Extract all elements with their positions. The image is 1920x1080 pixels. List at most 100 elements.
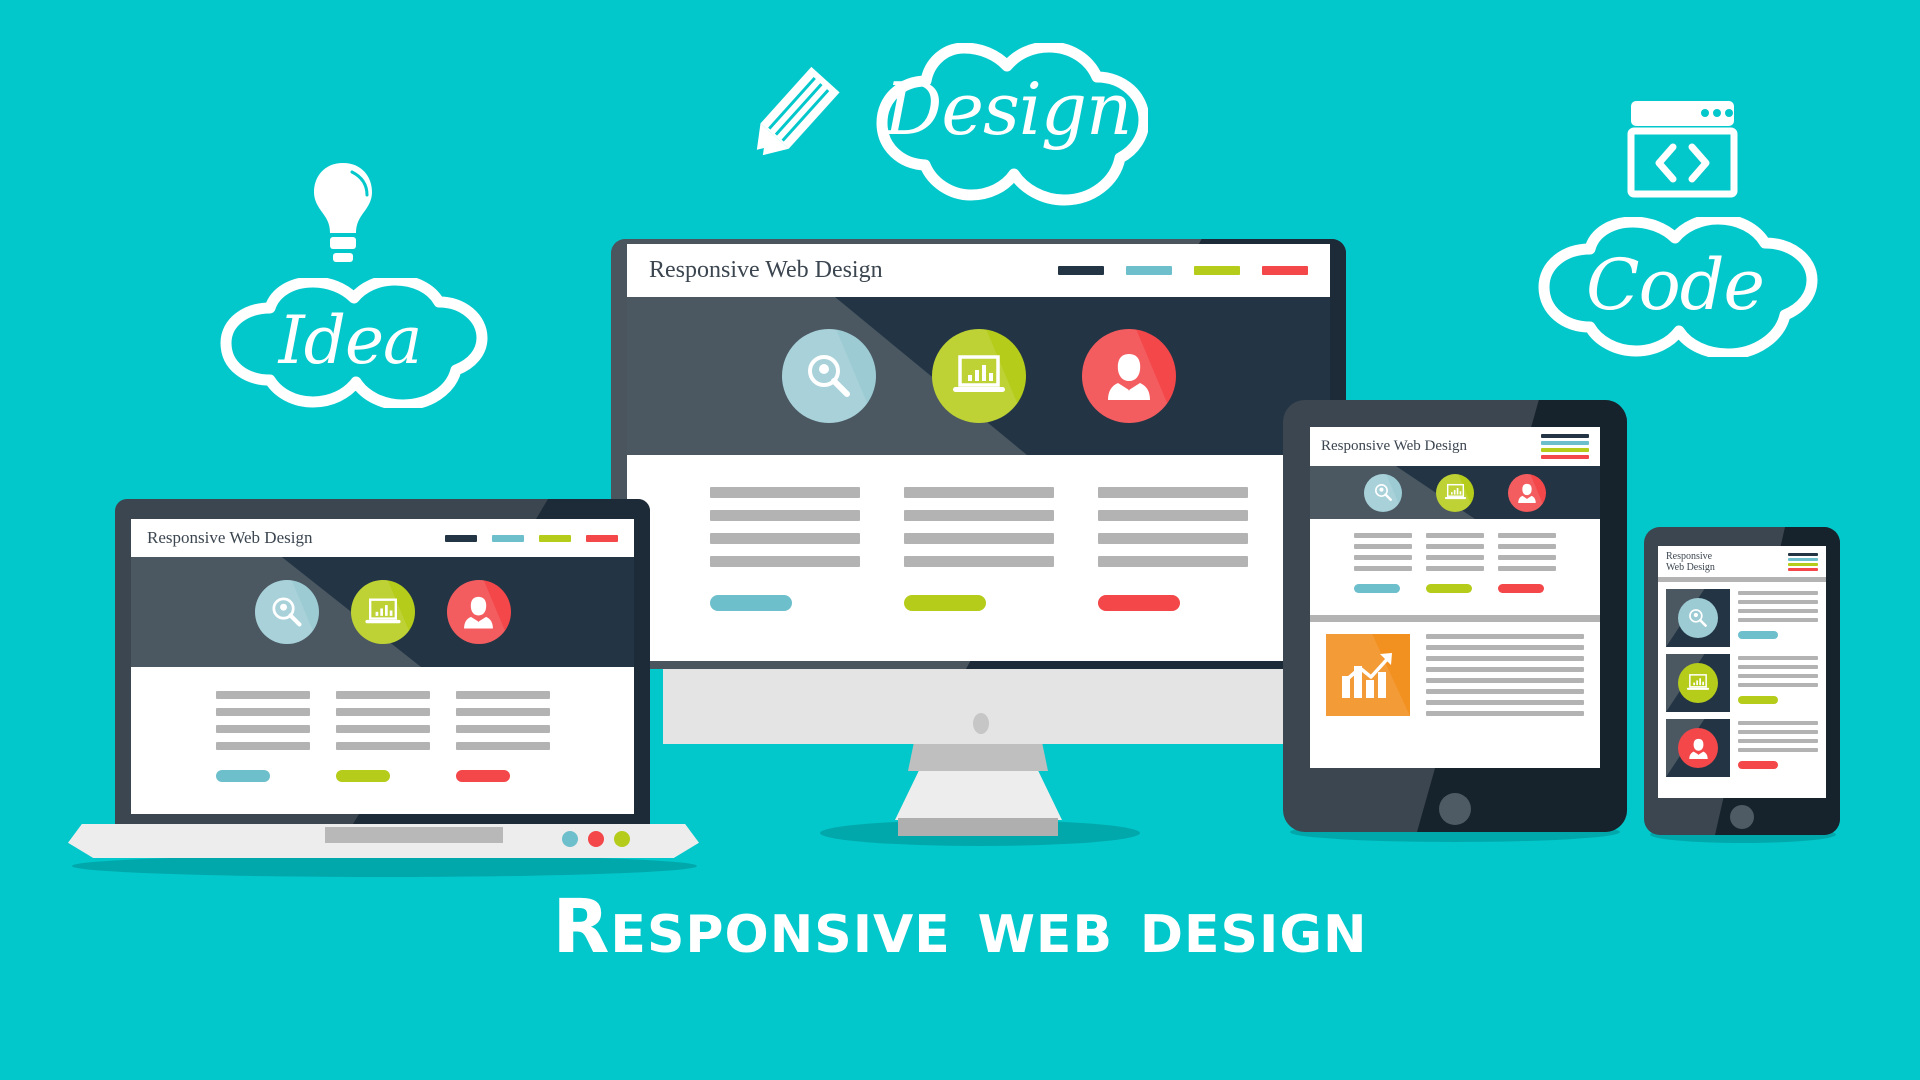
cta-button[interactable] xyxy=(335,770,390,782)
cta-button[interactable] xyxy=(709,595,792,611)
nav-link-4[interactable] xyxy=(1541,455,1589,459)
laptop-trackpad[interactable] xyxy=(325,827,503,843)
text-line xyxy=(1498,555,1556,560)
design-cloud-label: Design xyxy=(884,67,1133,151)
bar-chart-growth-icon xyxy=(1342,653,1392,698)
monitor-hero-section xyxy=(627,297,1330,455)
cta-button[interactable] xyxy=(1738,761,1778,769)
nav-link-3[interactable] xyxy=(539,534,571,542)
circle-gloss xyxy=(1364,473,1402,512)
phone-site-header: Responsive Web Design xyxy=(1658,546,1826,577)
tablet-nav-menu-icon[interactable] xyxy=(1541,434,1589,459)
text-line xyxy=(1498,566,1556,571)
feature-circle-search[interactable] xyxy=(781,329,876,423)
text-line xyxy=(1426,678,1584,683)
content-column xyxy=(1498,533,1556,615)
nav-link-2[interactable] xyxy=(1788,557,1818,561)
text-line xyxy=(1097,533,1248,544)
text-line xyxy=(455,742,550,750)
feature-circle-user[interactable] xyxy=(446,580,511,644)
feature-circle-user[interactable] xyxy=(1678,728,1718,768)
text-line xyxy=(1738,656,1818,660)
laptop-indicator-dots xyxy=(562,831,644,847)
text-line xyxy=(709,510,860,521)
monitor-nav-bars xyxy=(1058,266,1308,275)
monitor-indicator-dot xyxy=(973,713,989,734)
tablet-article-section xyxy=(1310,622,1600,768)
lightbulb-icon xyxy=(314,163,372,262)
article-text xyxy=(1426,634,1584,768)
phone-home-button[interactable] xyxy=(1730,805,1754,829)
monitor-stand-band xyxy=(908,744,1048,771)
laptop-site-header: Responsive Web Design xyxy=(131,519,634,557)
cta-button[interactable] xyxy=(1097,595,1180,611)
text-line xyxy=(455,725,550,733)
nav-link-4[interactable] xyxy=(586,534,618,542)
nav-link-1[interactable] xyxy=(1541,434,1589,438)
content-column xyxy=(335,691,430,814)
nav-link-1[interactable] xyxy=(1058,266,1104,275)
nav-link-1[interactable] xyxy=(445,534,477,542)
content-column xyxy=(1426,533,1484,615)
tablet-home-button[interactable] xyxy=(1439,793,1471,825)
feature-circle-chart[interactable] xyxy=(931,329,1026,423)
text-line xyxy=(903,487,1054,498)
nav-link-3[interactable] xyxy=(1194,266,1240,275)
text-line xyxy=(1354,555,1412,560)
code-doodle-group: Code xyxy=(1525,95,1845,357)
feature-circle-chart[interactable] xyxy=(1436,473,1474,512)
content-column xyxy=(1097,487,1248,661)
feature-circle-search[interactable] xyxy=(254,580,319,644)
cta-button[interactable] xyxy=(1426,584,1472,593)
text-line xyxy=(1738,609,1818,613)
nav-link-1[interactable] xyxy=(1788,552,1818,556)
content-column xyxy=(215,691,310,814)
text-line xyxy=(1354,533,1412,538)
cta-button[interactable] xyxy=(1354,584,1400,593)
nav-link-3[interactable] xyxy=(1541,448,1589,452)
feature-tile[interactable] xyxy=(1666,719,1730,777)
feature-circle-search[interactable] xyxy=(1678,598,1718,638)
text-line xyxy=(903,556,1054,567)
nav-link-4[interactable] xyxy=(1262,266,1308,275)
text-line xyxy=(1426,711,1584,716)
feature-circle-chart[interactable] xyxy=(1678,663,1718,703)
feature-circle-chart[interactable] xyxy=(350,580,415,644)
phone-nav-menu-icon[interactable] xyxy=(1788,552,1818,571)
text-line xyxy=(455,691,550,699)
text-line xyxy=(1426,645,1584,650)
cta-button[interactable] xyxy=(1738,696,1778,704)
text-line xyxy=(455,708,550,716)
circle-gloss xyxy=(931,329,1026,423)
cta-button[interactable] xyxy=(455,770,510,782)
text-line xyxy=(1354,566,1412,571)
feature-circle-search[interactable] xyxy=(1364,473,1402,512)
laptop-floor-shadow xyxy=(72,855,697,877)
nav-link-2[interactable] xyxy=(1541,441,1589,445)
cta-button[interactable] xyxy=(215,770,270,782)
circle-gloss xyxy=(781,329,876,423)
text-line xyxy=(1426,656,1584,661)
desktop-monitor-screen: Responsive Web Design xyxy=(627,244,1330,661)
nav-link-2[interactable] xyxy=(1126,266,1172,275)
nav-link-4[interactable] xyxy=(1788,567,1818,571)
phone-feature-row xyxy=(1666,589,1818,647)
chart-laptop-icon xyxy=(1686,674,1710,690)
circle-gloss xyxy=(1081,329,1176,423)
text-line xyxy=(335,725,430,733)
cta-button[interactable] xyxy=(1498,584,1544,593)
nav-link-3[interactable] xyxy=(1788,562,1818,566)
nav-link-2[interactable] xyxy=(492,534,524,542)
feature-tile[interactable] xyxy=(1666,589,1730,647)
feature-tile[interactable] xyxy=(1666,654,1730,712)
idea-doodle-group: Idea xyxy=(190,160,510,450)
phone-feature-row xyxy=(1666,719,1818,777)
illustration-canvas: Idea Design Code Responsive Web Design R… xyxy=(0,0,1920,1080)
feature-circle-user[interactable] xyxy=(1508,473,1546,512)
text-line xyxy=(1097,510,1248,521)
feature-circle-user[interactable] xyxy=(1081,329,1176,423)
text-line xyxy=(1738,721,1818,725)
laptop-site-title: Responsive Web Design xyxy=(147,528,313,547)
cta-button[interactable] xyxy=(903,595,986,611)
cta-button[interactable] xyxy=(1738,631,1778,639)
